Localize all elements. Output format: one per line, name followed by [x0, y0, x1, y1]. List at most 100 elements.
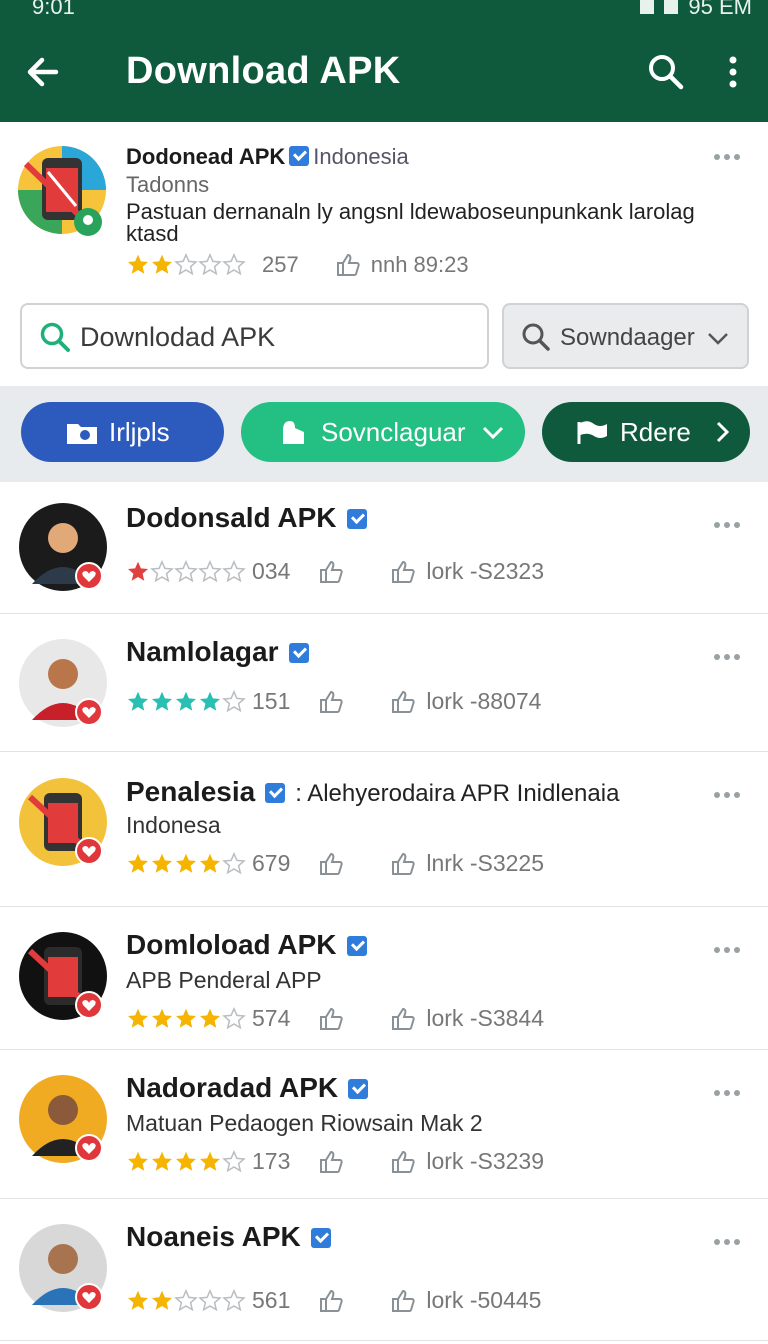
star-filled-icon: [128, 1008, 148, 1028]
person-avatar[interactable]: [18, 1074, 108, 1164]
app-avatar[interactable]: [18, 931, 108, 1021]
thumbs-up-icon[interactable]: [390, 1288, 416, 1314]
list-item-subtitle: Matuan Pedaogen Riowsain Mak 2: [126, 1110, 483, 1136]
list-item-name: Dodonsald APK: [126, 502, 371, 534]
star-filled-icon: [152, 1151, 172, 1171]
star-empty-icon: [222, 253, 246, 276]
list-item-name: Domloload APK: [126, 929, 371, 961]
star-filled-icon: [128, 561, 148, 581]
more-horizontal-icon[interactable]: [714, 654, 746, 664]
verified-badge-icon: [346, 936, 367, 956]
app-bar: 9:01 95 EM Download APK: [0, 0, 768, 122]
list-item[interactable]: Nadoradad APK Matuan Pedaogen Riowsain Ma…: [0, 1050, 768, 1199]
list-item-code: lork -88074: [426, 688, 542, 714]
chip-label: Irljpls: [109, 416, 170, 447]
thumbs-up-icon[interactable]: [318, 689, 344, 715]
star-empty-icon: [174, 1288, 198, 1311]
star-filled-icon: [128, 254, 148, 274]
list-item-title: Namlolagar: [126, 636, 279, 667]
star-empty-icon: [222, 1288, 246, 1311]
status-icons: 95 EM: [640, 0, 752, 20]
list-item[interactable]: Noaneis APK 561 lork -50445: [0, 1199, 768, 1341]
search-input[interactable]: Downlodad APK: [20, 303, 489, 369]
more-horizontal-icon[interactable]: [714, 947, 746, 957]
signal-icon: [640, 0, 655, 14]
thumbs-up-icon[interactable]: [390, 851, 416, 877]
star-filled-icon: [152, 691, 172, 711]
chip-label: Rdere: [620, 416, 691, 447]
verified-badge-icon: [346, 509, 367, 529]
star-empty-icon: [150, 559, 174, 582]
back-arrow-icon[interactable]: [22, 50, 66, 94]
list-item-code: lork -S3844: [426, 1005, 544, 1031]
folder-icon: [67, 424, 97, 444]
search-icon[interactable]: [646, 52, 686, 92]
star-empty-icon: [198, 1288, 222, 1311]
star-filled-icon: [176, 853, 196, 873]
verified-badge-icon: [310, 1228, 331, 1248]
star-empty-icon: [198, 253, 222, 276]
more-horizontal-icon[interactable]: [714, 1239, 746, 1249]
filter-dropdown-label: Sowndaager: [560, 324, 695, 351]
person-avatar[interactable]: [18, 638, 108, 728]
person-avatar[interactable]: [18, 1223, 108, 1313]
featured-app-meta: 257 nnh 89:23: [126, 252, 469, 278]
list-item-title: Noaneis APK: [126, 1221, 301, 1252]
star-filled-icon: [176, 1151, 196, 1171]
category-chip-bar: Irljpls Sovnclaguar Rdere: [0, 386, 768, 482]
thumbs-up-icon[interactable]: [318, 1288, 344, 1314]
list-item-name: Nadoradad APK: [126, 1072, 372, 1104]
star-filled-icon: [128, 1290, 148, 1310]
more-horizontal-icon[interactable]: [714, 1090, 746, 1100]
thumbs-up-icon[interactable]: [318, 1149, 344, 1175]
featured-meta-text: nnh 89:23: [370, 252, 469, 277]
thumbs-up-icon[interactable]: [318, 851, 344, 877]
list-item[interactable]: Dodonsald APK 034 lork -S2323: [0, 482, 768, 614]
thumbs-up-icon[interactable]: [318, 559, 344, 585]
status-clock-right: 95 EM: [688, 0, 752, 19]
list-item-subtitle: APB Penderal APP: [126, 967, 322, 993]
list-item[interactable]: Penalesia: Alehyerodaira APR Inidlenaia I…: [0, 752, 768, 907]
thumbs-up-icon[interactable]: [390, 1149, 416, 1175]
star-empty-icon: [222, 851, 246, 874]
star-filled-icon: [128, 853, 148, 873]
chip-category-3[interactable]: Rdere: [542, 402, 750, 462]
thumbs-up-icon[interactable]: [390, 689, 416, 715]
more-horizontal-icon[interactable]: [714, 792, 746, 802]
featured-more-icon[interactable]: [714, 154, 746, 164]
list-item-code: lnrk -S3225: [426, 850, 544, 876]
featured-app-card[interactable]: Dodonead APK Indonesia Tadonns Pastuan de…: [0, 122, 768, 386]
star-filled-icon: [152, 254, 172, 274]
verified-badge-icon: [265, 783, 286, 803]
thumbs-up-icon[interactable]: [335, 252, 361, 278]
list-item-meta: 679 lnrk -S3225: [126, 850, 544, 877]
thumbs-up-icon[interactable]: [390, 559, 416, 585]
rating-count: 034: [252, 558, 291, 584]
featured-app-name: Dodonead APK Indonesia: [126, 144, 409, 170]
star-filled-icon: [152, 1008, 172, 1028]
person-avatar[interactable]: [18, 502, 108, 592]
rating-count: 574: [252, 1005, 291, 1031]
list-item-meta: 173 lork -S3239: [126, 1148, 544, 1175]
chip-category-1[interactable]: Irljpls: [21, 402, 224, 462]
app-icon: [18, 146, 106, 236]
featured-app-description: Pastuan dernanaln ly angsnl ldewaboseunp…: [126, 199, 695, 246]
star-empty-icon: [198, 559, 222, 582]
list-item-title: Domloload APK: [126, 929, 337, 960]
app-avatar[interactable]: [18, 777, 108, 867]
chip-category-2[interactable]: Sovnclaguar: [241, 402, 525, 462]
rating-stars: [126, 1288, 246, 1313]
search-icon: [40, 322, 70, 352]
star-filled-icon: [176, 1008, 196, 1028]
page-title: Download APK: [126, 50, 401, 92]
more-vertical-icon[interactable]: [718, 52, 748, 92]
more-horizontal-icon[interactable]: [714, 522, 746, 532]
filter-dropdown[interactable]: Sowndaager: [502, 303, 749, 369]
chevron-right-icon: [716, 421, 729, 443]
thumbs-up-icon[interactable]: [390, 1006, 416, 1032]
list-item[interactable]: Namlolagar 151 lork -88074: [0, 614, 768, 752]
chevron-down-icon: [482, 426, 503, 440]
featured-app-title: Dodonead APK: [126, 144, 286, 169]
thumbs-up-icon[interactable]: [318, 1006, 344, 1032]
list-item[interactable]: Domloload APK APB Penderal APP 574 lork -S3…: [0, 907, 768, 1050]
